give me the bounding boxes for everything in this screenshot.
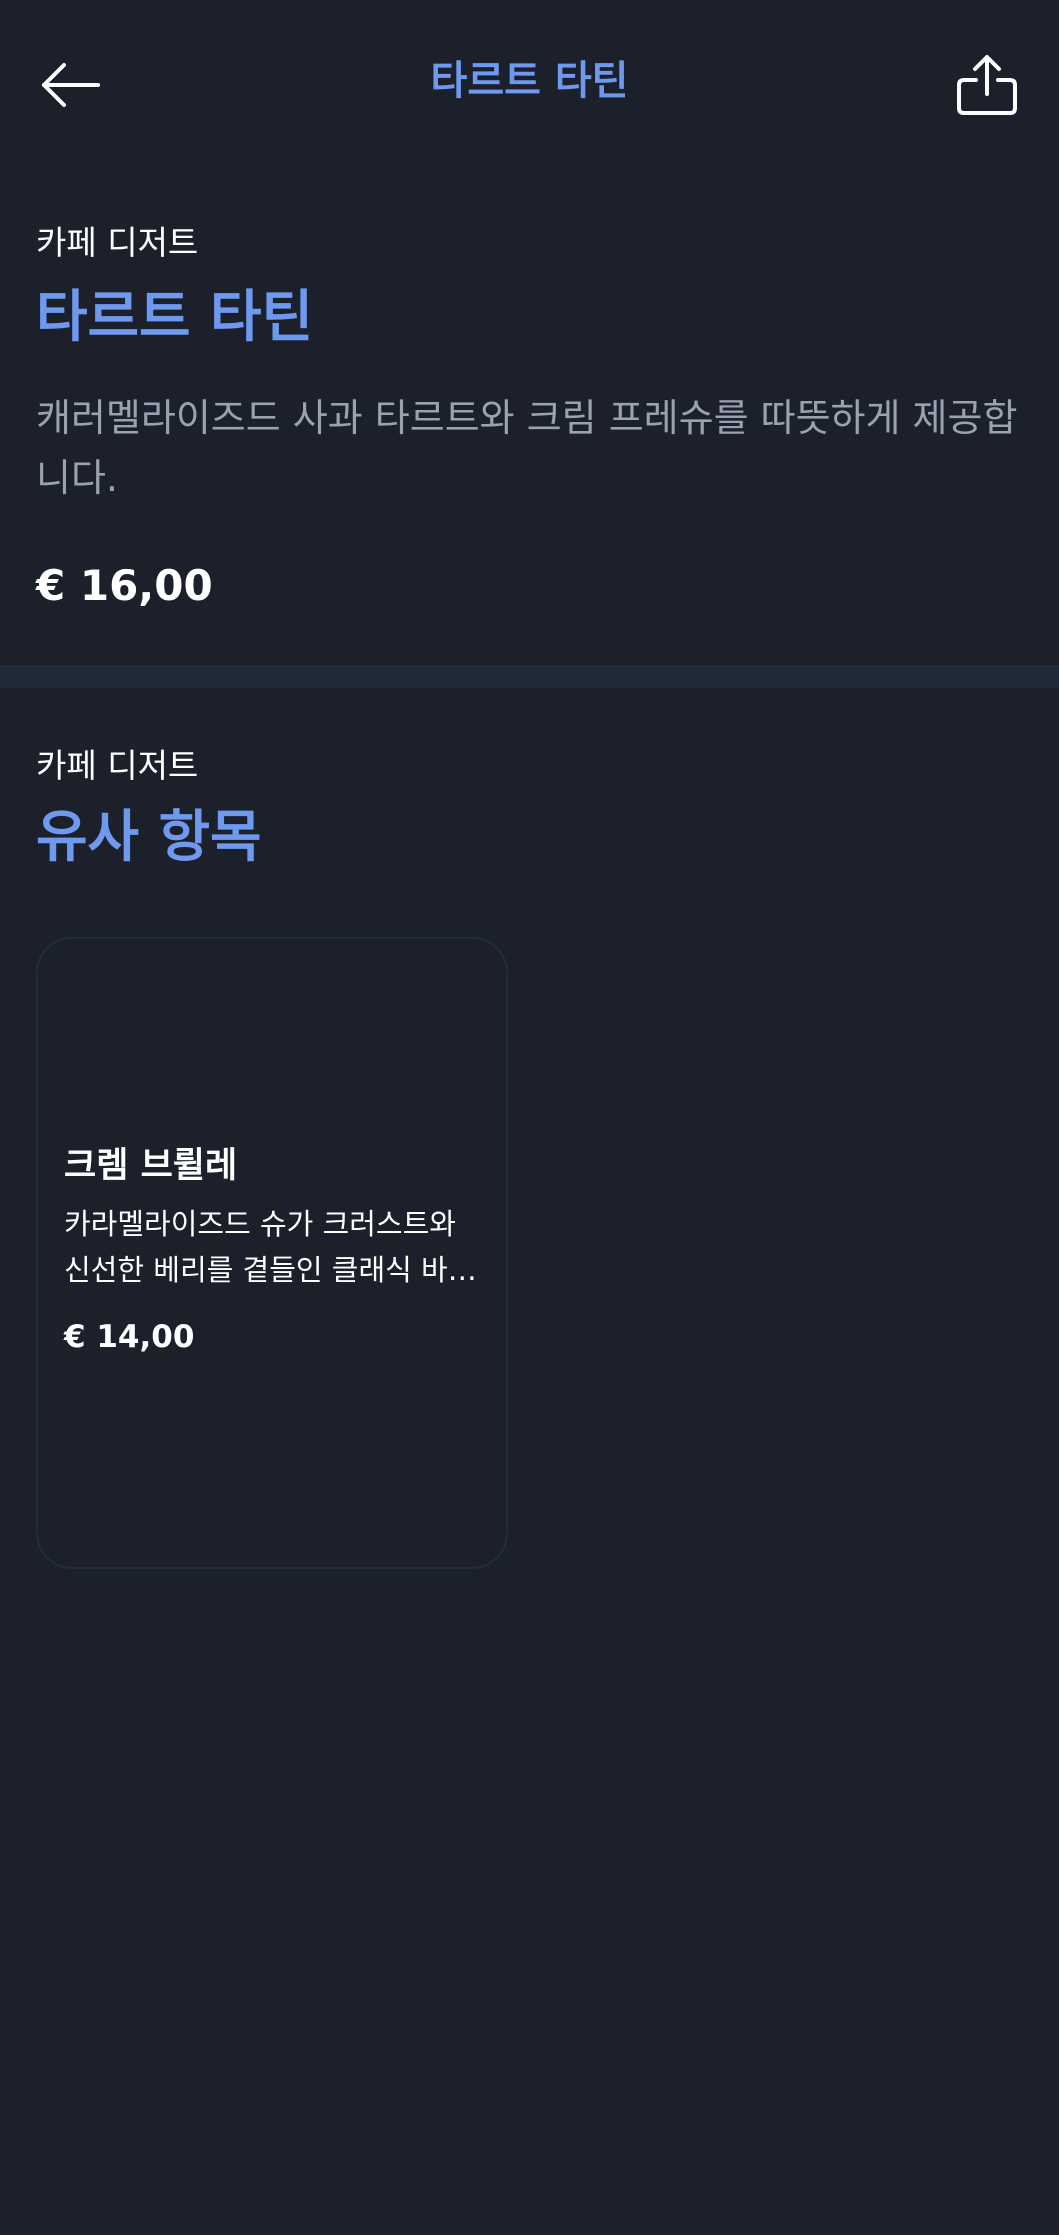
- product-price: € 16,00: [36, 561, 213, 610]
- similar-items-section: 카페 디저트 유사 항목 크렘 브륄레 카라멜라이즈드 슈가 크러스트와 신선한…: [0, 688, 1059, 2235]
- similar-item-name: 크렘 브륄레: [64, 1146, 238, 1186]
- similar-item-price: € 14,00: [64, 1319, 195, 1355]
- similar-item-description: 카라멜라이즈드 슈가 크러스트와 신선한 베리를 곁들인 클래식 바닐라 커스터…: [64, 1207, 475, 1287]
- arrow-left-icon: [42, 63, 100, 107]
- share-icon: [957, 55, 1017, 115]
- product-category: 카페 디저트: [36, 223, 199, 262]
- product-name: 타르트 타틴: [36, 285, 314, 350]
- section-divider: [0, 665, 1059, 688]
- top-navigation-bar: 타르트 타틴: [0, 0, 1059, 170]
- share-button[interactable]: [944, 42, 1030, 128]
- similar-items-title: 유사 항목: [36, 805, 262, 870]
- similar-item-card[interactable]: 크렘 브륄레 카라멜라이즈드 슈가 크러스트와 신선한 베리를 곁들인 클래식 …: [36, 937, 508, 1569]
- similar-category: 카페 디저트: [36, 746, 199, 785]
- product-description: 캐러멜라이즈드 사과 타르트와 크림 프레슈를 따뜻하게 제공합니다.: [36, 396, 1018, 500]
- page-title: 타르트 타틴: [430, 58, 629, 104]
- product-details: 카페 디저트 타르트 타틴 캐러멜라이즈드 사과 타르트와 크림 프레슈를 따뜻…: [0, 170, 1059, 665]
- back-button[interactable]: [30, 45, 110, 125]
